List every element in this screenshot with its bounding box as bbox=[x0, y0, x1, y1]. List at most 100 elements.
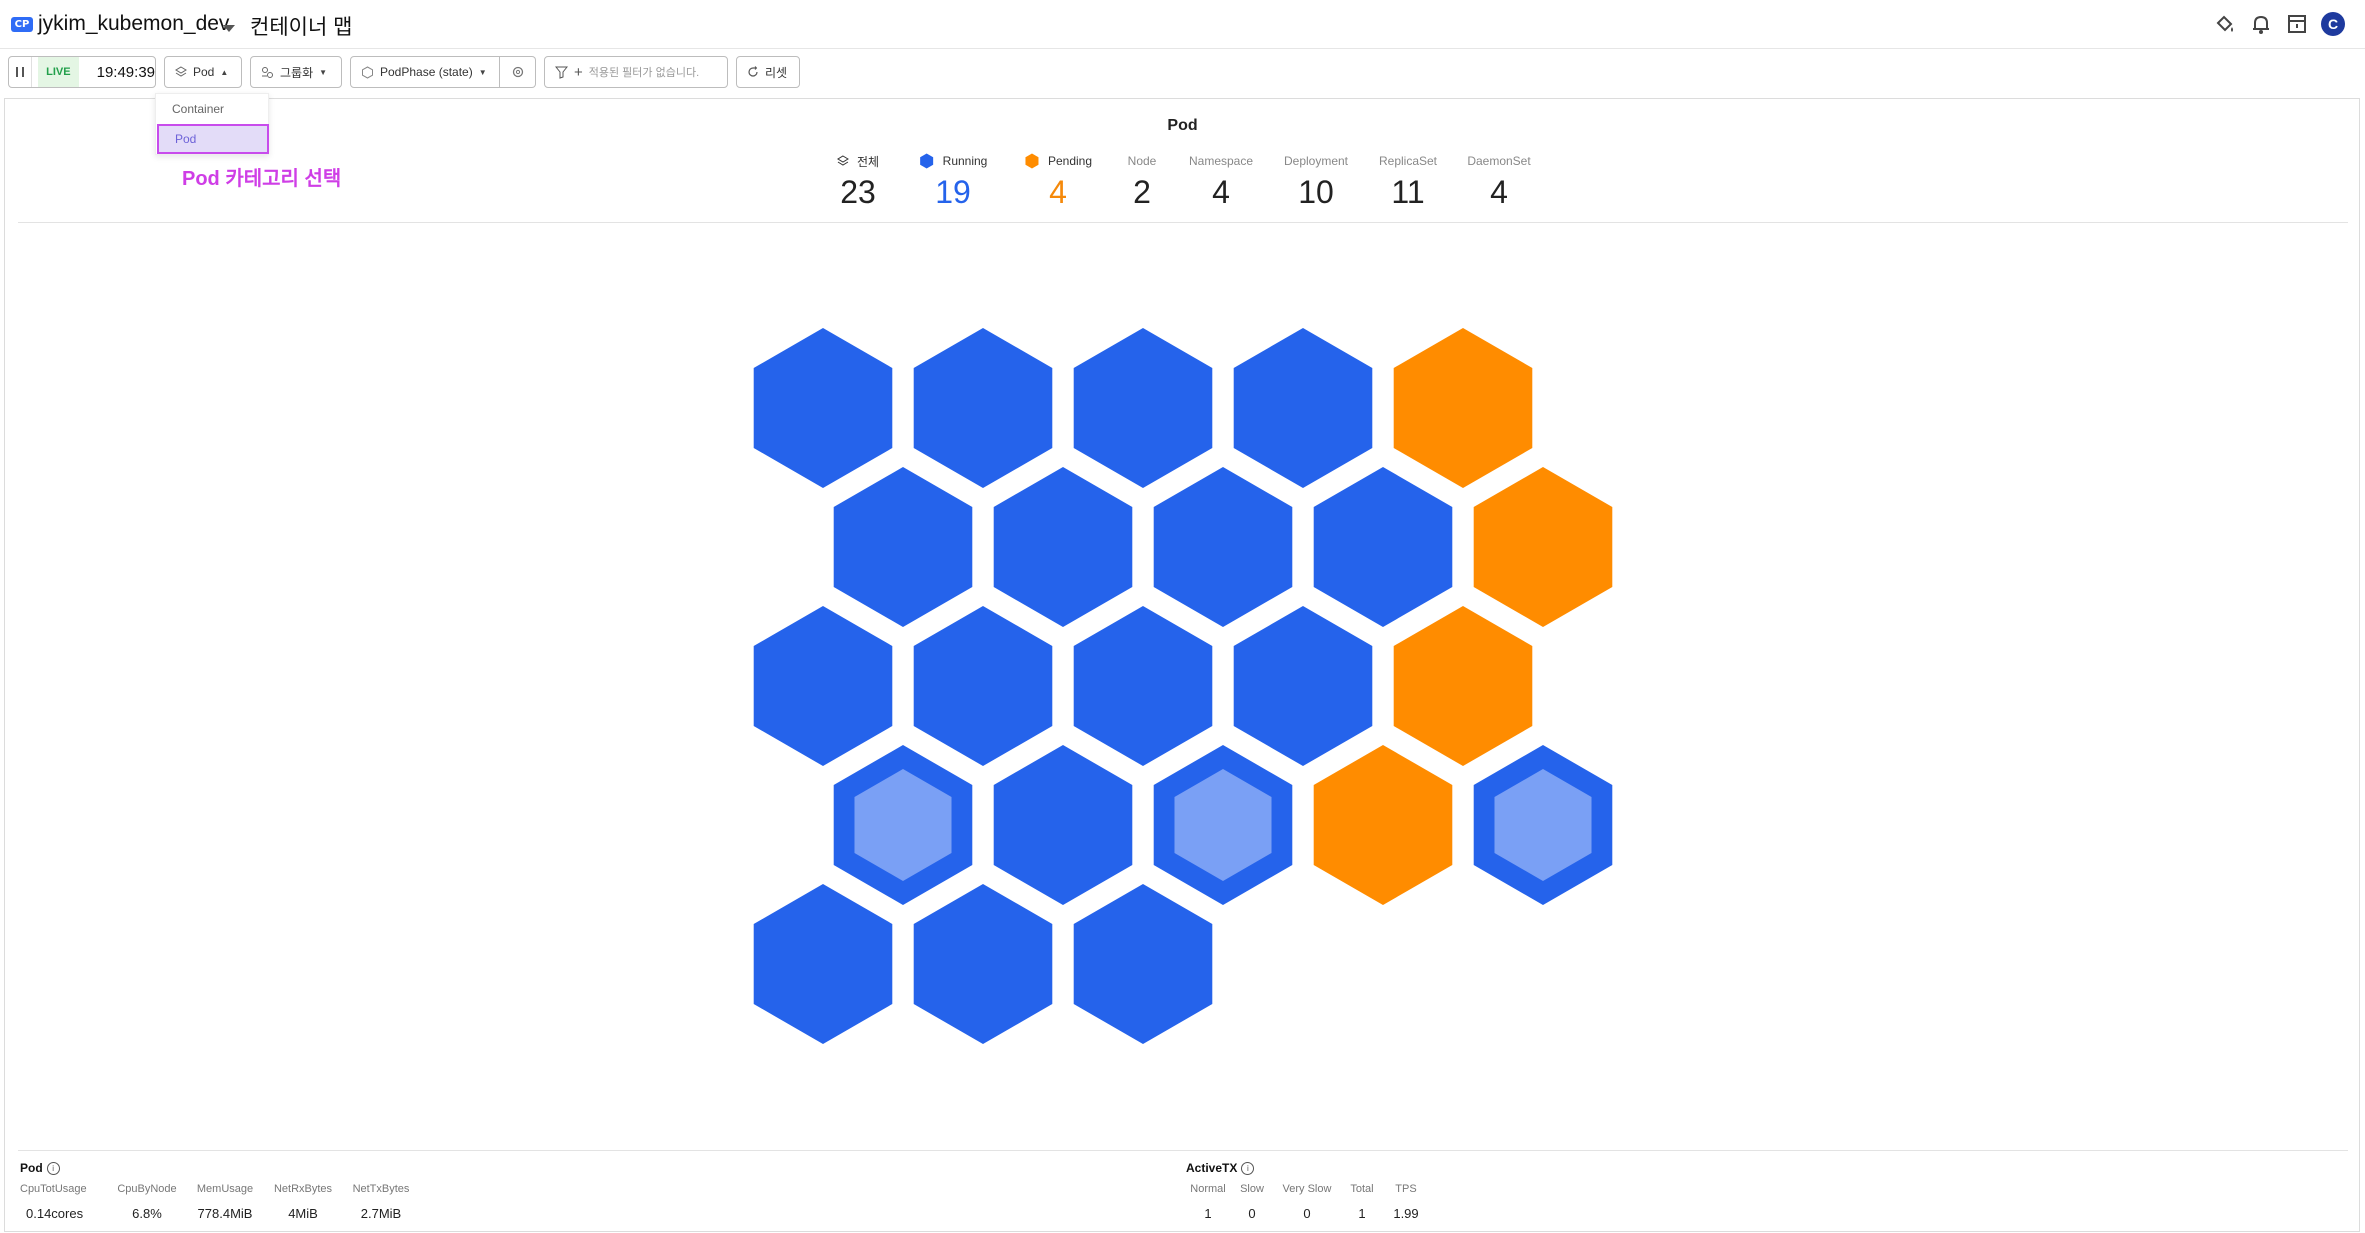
layers-icon bbox=[175, 66, 187, 77]
metric-col: Slow 0 bbox=[1230, 1180, 1274, 1224]
annotation-label: Pod 카테고리 선택 bbox=[182, 168, 342, 190]
stat-running[interactable]: Running 19 bbox=[919, 152, 988, 211]
category-label: Pod bbox=[193, 65, 215, 79]
reset-label: 리셋 bbox=[765, 65, 788, 80]
stat-value: 2 bbox=[1133, 174, 1151, 210]
metric-header: Normal bbox=[1190, 1183, 1226, 1195]
metric-value: 1.99 bbox=[1393, 1206, 1419, 1221]
settings-button[interactable] bbox=[500, 56, 536, 88]
color-by-select[interactable]: PodPhase (state) ▼ bbox=[350, 56, 500, 88]
stat-value: 11 bbox=[1391, 174, 1425, 210]
filter-icon bbox=[555, 66, 568, 79]
hexagon-icon bbox=[362, 65, 373, 79]
layers-icon bbox=[836, 155, 849, 166]
live-control: LIVE 19:49:39 bbox=[8, 56, 156, 88]
stat-label: Deployment bbox=[1283, 154, 1349, 168]
info-icon[interactable]: i bbox=[46, 1161, 60, 1175]
group-icon bbox=[262, 66, 273, 78]
dropdown-item-container[interactable]: Container bbox=[156, 94, 268, 124]
reset-button[interactable]: 리셋 bbox=[736, 56, 800, 88]
map-title: Pod bbox=[1167, 117, 1198, 134]
metric-header: Total bbox=[1350, 1183, 1374, 1195]
metric-col: TPS 1.99 bbox=[1384, 1180, 1428, 1224]
stat-replicaset: ReplicaSet 11 bbox=[1379, 152, 1437, 211]
stat-value: 4 bbox=[1049, 174, 1067, 210]
top-icons: C bbox=[2213, 12, 2345, 36]
metric-col: CpuByNode 6.8% bbox=[108, 1180, 186, 1224]
filter-placeholder: 적용된 필터가 없습니다. bbox=[588, 67, 700, 79]
metric-value: 778.4MiB bbox=[197, 1206, 253, 1221]
metric-col: MemUsage 778.4MiB bbox=[186, 1180, 264, 1224]
metric-header: CpuByNode bbox=[117, 1183, 177, 1195]
caret-down-icon: ▼ bbox=[319, 67, 328, 77]
metric-header: NetTxBytes bbox=[352, 1183, 410, 1195]
stat-label: 전체 bbox=[856, 154, 880, 169]
group-select[interactable]: 그룹화 ▼ bbox=[250, 56, 342, 88]
metric-col: Very Slow 0 bbox=[1274, 1180, 1340, 1224]
metric-col: Normal 1 bbox=[1186, 1180, 1230, 1224]
stat-pending[interactable]: Pending 4 bbox=[1024, 152, 1092, 211]
dropdown-item-pod[interactable]: Pod bbox=[157, 124, 269, 154]
metric-header: Very Slow bbox=[1282, 1183, 1332, 1195]
metric-header: Slow bbox=[1240, 1183, 1264, 1195]
metric-value: 1 bbox=[1204, 1206, 1212, 1221]
running-hexagon-icon bbox=[920, 153, 934, 169]
metric-col: NetTxBytes 2.7MiB bbox=[342, 1180, 420, 1224]
info-icon[interactable]: i bbox=[1241, 1161, 1255, 1175]
stat-label: ReplicaSet bbox=[1378, 154, 1438, 168]
metric-header: MemUsage bbox=[196, 1183, 254, 1195]
stat-label: Namespace bbox=[1188, 154, 1254, 168]
metric-value: 6.8% bbox=[132, 1206, 162, 1221]
bell-icon[interactable] bbox=[2249, 12, 2273, 36]
pod-metrics-title: Pod bbox=[20, 1161, 43, 1175]
stat-value: 4 bbox=[1490, 174, 1508, 210]
plus-icon: + bbox=[574, 63, 583, 81]
metric-value: 2.7MiB bbox=[360, 1206, 402, 1221]
chevron-down-icon[interactable] bbox=[223, 20, 235, 38]
page-title: 컨테이너 맵 bbox=[250, 16, 353, 39]
stat-value: 10 bbox=[1298, 174, 1334, 210]
live-time: 19:49:39 bbox=[96, 63, 155, 81]
filter-button[interactable]: + 적용된 필터가 없습니다. bbox=[544, 56, 728, 88]
stat-value: 19 bbox=[935, 174, 971, 210]
refresh-icon bbox=[748, 66, 758, 77]
caret-down-icon: ▼ bbox=[478, 67, 487, 77]
metric-value: 0 bbox=[1303, 1206, 1311, 1221]
divider bbox=[18, 1150, 2348, 1151]
top-bar: CP jykim_kubemon_dev 컨테이너 맵 C bbox=[0, 0, 2365, 49]
metric-header: CpuTotUsage bbox=[20, 1183, 87, 1195]
metric-col: CpuTotUsage 0.14cores bbox=[20, 1180, 108, 1224]
gear-icon bbox=[512, 66, 523, 78]
stat-daemonset: DaemonSet 4 bbox=[1467, 152, 1530, 211]
stat-value: 23 bbox=[840, 174, 876, 210]
stat-label: Pending bbox=[1047, 154, 1093, 168]
metric-value: 1 bbox=[1358, 1206, 1366, 1221]
metric-value: 0.14cores bbox=[26, 1206, 84, 1221]
archive-icon[interactable] bbox=[2285, 12, 2309, 36]
stat-value: 4 bbox=[1212, 174, 1230, 210]
live-badge[interactable]: LIVE bbox=[38, 57, 79, 87]
activetx-metrics: ActiveTX i Normal 1 Slow 0 Very Slow 0 T… bbox=[1186, 1160, 1428, 1224]
category-dropdown: Container Pod bbox=[155, 93, 269, 155]
color-by-label: PodPhase (state) bbox=[380, 65, 473, 79]
activetx-metrics-title: ActiveTX bbox=[1186, 1161, 1238, 1175]
color-by-group: PodPhase (state) ▼ bbox=[350, 56, 536, 90]
avatar[interactable]: C bbox=[2321, 12, 2345, 36]
stat-label: DaemonSet bbox=[1467, 154, 1531, 168]
stat-node: Node 2 bbox=[1128, 152, 1157, 211]
paint-bucket-icon[interactable] bbox=[2213, 12, 2237, 36]
metric-value: 0 bbox=[1248, 1206, 1256, 1221]
caret-up-icon: ▲ bbox=[220, 67, 229, 77]
category-select[interactable]: Pod ▲ bbox=[164, 56, 242, 88]
metric-col: Total 1 bbox=[1340, 1180, 1384, 1224]
group-label: 그룹화 bbox=[280, 65, 314, 80]
pause-icon[interactable] bbox=[9, 57, 33, 87]
metric-value: 4MiB bbox=[288, 1206, 318, 1221]
metric-header: TPS bbox=[1395, 1183, 1417, 1195]
divider bbox=[18, 222, 2348, 223]
project-name[interactable]: jykim_kubemon_dev bbox=[38, 12, 229, 36]
stat-label: Running bbox=[942, 154, 988, 168]
stat-total: 전체 23 bbox=[836, 152, 880, 211]
toolbar: LIVE 19:49:39 Pod ▲ 그룹화 ▼ PodPhase (stat… bbox=[8, 56, 800, 90]
pod-metrics: Pod i CpuTotUsage 0.14cores CpuByNode 6.… bbox=[20, 1160, 420, 1224]
